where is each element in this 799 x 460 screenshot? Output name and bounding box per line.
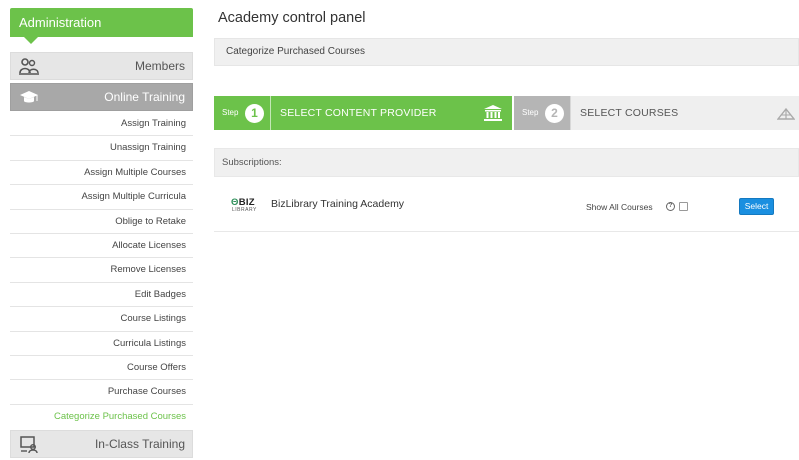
subscriptions-header: Subscriptions: — [214, 148, 799, 177]
sidebar-item-assign-training[interactable]: Assign Training — [10, 112, 193, 137]
sidebar-item-course-listings[interactable]: Course Listings — [10, 307, 193, 332]
online-training-submenu: Assign Training Unassign Training Assign… — [10, 112, 193, 429]
logo-subtext: LIBRARY — [232, 207, 257, 213]
members-icon — [19, 58, 39, 75]
administration-header[interactable]: Administration — [10, 8, 193, 44]
sidebar-item-allocate-licenses[interactable]: Allocate Licenses — [10, 234, 193, 259]
step-label: SELECT COURSES — [580, 107, 679, 119]
section-subheader: Categorize Purchased Courses — [214, 38, 799, 66]
sidebar-section-in-class-training[interactable]: In-Class Training — [10, 430, 193, 459]
select-button[interactable]: Select — [739, 198, 774, 215]
institution-icon — [484, 105, 502, 121]
provider-name: BizLibrary Training Academy — [271, 198, 405, 210]
sidebar-item-assign-multiple-courses[interactable]: Assign Multiple Courses — [10, 161, 193, 186]
sidebar-section-label: Online Training — [104, 90, 185, 104]
sidebar-section-online-training[interactable]: Online Training — [10, 83, 193, 111]
step-select-content-provider[interactable]: Step 1 SELECT CONTENT PROVIDER — [214, 96, 512, 130]
admin-sidebar: Administration Members Online Training A… — [10, 8, 193, 459]
step-label: SELECT CONTENT PROVIDER — [280, 107, 437, 119]
sidebar-item-oblige-to-retake[interactable]: Oblige to Retake — [10, 210, 193, 234]
subscription-row: ΘBIZ LIBRARY BizLibrary Training Academy… — [214, 181, 799, 232]
sidebar-item-unassign-training[interactable]: Unassign Training — [10, 136, 193, 161]
sidebar-section-members[interactable]: Members — [10, 52, 193, 80]
page-title: Academy control panel — [218, 10, 366, 26]
step-select-courses[interactable]: Step 2 SELECT COURSES — [514, 96, 799, 130]
show-all-courses-label: Show All Courses — [586, 202, 653, 212]
sidebar-item-purchase-courses[interactable]: Purchase Courses — [10, 380, 193, 405]
sidebar-item-curricula-listings[interactable]: Curricula Listings — [10, 332, 193, 356]
help-icon[interactable]: ? — [666, 202, 675, 211]
books-icon — [777, 107, 795, 120]
wizard-steps: Step 1 SELECT CONTENT PROVIDER Step 2 SE… — [214, 96, 799, 130]
bizlibrary-logo: ΘBIZ LIBRARY — [231, 197, 265, 217]
sidebar-section-label: In-Class Training — [94, 437, 185, 452]
sidebar-item-edit-badges[interactable]: Edit Badges — [10, 283, 193, 308]
sidebar-section-label: Members — [134, 59, 185, 73]
step-number: 1 — [245, 104, 264, 123]
sidebar-item-course-offers[interactable]: Course Offers — [10, 356, 193, 381]
sidebar-item-assign-multiple-curricula[interactable]: Assign Multiple Curricula — [10, 185, 193, 210]
step-number: 2 — [545, 104, 564, 123]
sidebar-item-categorize-purchased-courses[interactable]: Categorize Purchased Courses — [10, 405, 193, 429]
show-all-courses-checkbox[interactable] — [679, 202, 688, 211]
graduation-cap-icon — [20, 91, 38, 103]
sidebar-item-remove-licenses[interactable]: Remove Licenses — [10, 258, 193, 283]
classroom-icon — [20, 436, 38, 454]
